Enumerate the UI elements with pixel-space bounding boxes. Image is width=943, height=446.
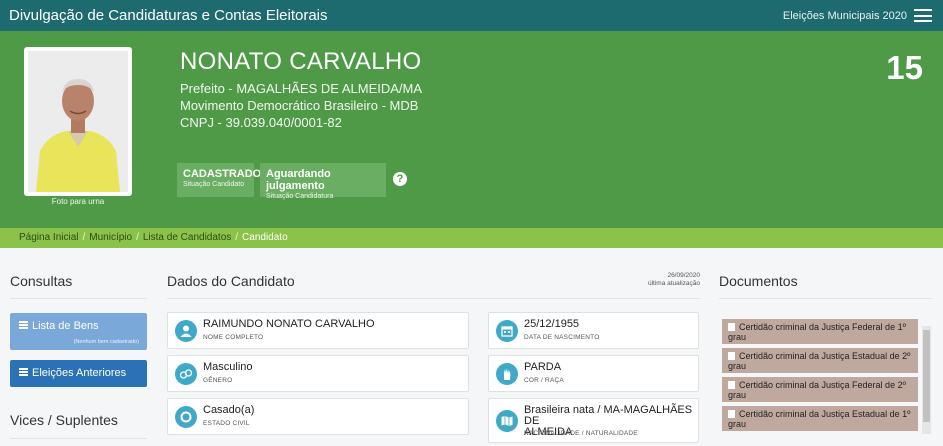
update-date: 26/09/2020 (667, 272, 700, 279)
field-value: PARDA (524, 361, 562, 373)
field-label: GÊNERO (203, 377, 233, 384)
divider (10, 438, 147, 439)
status-label: Situação Candidatura (266, 193, 334, 200)
election-label: Eleições Municipais 2020 (782, 10, 907, 22)
file-icon (728, 381, 735, 389)
field-label: COR / RAÇA (524, 377, 564, 384)
documentos-title: Documentos (719, 273, 798, 289)
candidate-header: Foto para urna NONATO CARVALHO Prefeito … (0, 31, 943, 228)
field-label: NACIONALIDADE / NATURALIDADE (524, 430, 638, 437)
divider (719, 298, 932, 299)
user-icon (175, 319, 197, 342)
field-cor-raca: PARDA COR / RAÇA (488, 355, 699, 392)
breadcrumb-home[interactable]: Página Inicial (19, 232, 78, 243)
calendar-icon (496, 319, 518, 342)
field-value: RAIMUNDO NONATO CARVALHO (203, 318, 375, 330)
eleicoes-anteriores-button[interactable]: Eleições Anteriores (10, 360, 147, 387)
breadcrumb-municipio[interactable]: Município (89, 232, 132, 243)
menu-icon[interactable] (914, 9, 932, 22)
field-label: ESTADO CIVIL (203, 420, 250, 427)
file-icon (728, 352, 735, 360)
candidacy-status-badge: Aguardando julgamento Situação Candidatu… (260, 163, 386, 200)
breadcrumb-lista-candidatos[interactable]: Lista de Candidatos (143, 232, 231, 243)
map-icon (496, 409, 518, 432)
divider (167, 298, 700, 299)
field-value: Casado(a) (203, 404, 255, 416)
candidate-party: Movimento Democrático Brasileiro - MDB (180, 98, 419, 113)
field-label: NOME COMPLETO (203, 334, 264, 341)
documents-scrollbar-thumb[interactable] (923, 330, 930, 422)
candidate-office: Prefeito - MAGALHÃES DE ALMEIDA/MA (180, 81, 423, 96)
candidate-number: 15 (886, 49, 923, 86)
button-label: Eleições Anteriores (32, 367, 127, 379)
documents-list: Certidão criminal da Justiça Federal de … (718, 312, 932, 436)
candidate-status-badge: CADASTRADO Situação Candidato (177, 163, 262, 197)
photo-caption: Foto para urna (51, 197, 105, 206)
field-nome-completo: RAIMUNDO NONATO CARVALHO NOME COMPLETO (167, 312, 469, 349)
breadcrumb: Página Inicial / Município / Lista de Candid… (0, 228, 943, 248)
button-label: Lista de Bens (32, 320, 99, 332)
field-estado-civil: Casado(a) ESTADO CIVIL (167, 398, 469, 435)
field-value: Masculino (203, 361, 253, 373)
gender-icon (175, 362, 197, 385)
document-item[interactable]: Certidão criminal da Justiça Federal de … (722, 319, 918, 344)
dados-candidato-title: Dados do Candidato (167, 273, 295, 289)
site-title[interactable]: Divulgação de Candidaturas e Contas Elei… (9, 7, 328, 24)
status-value: Aguardando julgamento (266, 168, 331, 192)
field-nacionalidade: Brasileira nata / MA-MAGALHÃES DE ALMEID… (488, 398, 699, 443)
list-icon (19, 368, 28, 376)
field-data-nascimento: 25/12/1955 DATA DE NASCIMENTO (488, 312, 699, 349)
lista-bens-button[interactable]: Lista de Bens (Nenhum bem cadastrado) (10, 313, 147, 350)
top-bar: Divulgação de Candidaturas e Contas Elei… (0, 0, 943, 31)
file-icon (728, 410, 735, 418)
breadcrumb-current: Candidato (242, 232, 288, 243)
file-icon (728, 323, 735, 331)
field-value: 25/12/1955 (524, 318, 580, 330)
candidate-cnpj: CNPJ - 39.039.040/0001-82 (180, 115, 342, 130)
candidate-name: NONATO CARVALHO (180, 48, 422, 75)
help-icon[interactable]: ? (393, 172, 407, 186)
divider (10, 298, 147, 299)
last-update: 26/09/2020 última atualização (648, 272, 700, 288)
ring-icon (175, 405, 197, 428)
document-item[interactable]: Certidão criminal da Justiça Estadual de… (722, 348, 918, 373)
document-item[interactable]: Certidão criminal da Justiça Federal de … (722, 377, 918, 402)
candidate-photo (28, 51, 128, 192)
vices-suplentes-title: Vices / Suplentes (10, 412, 118, 428)
hand-icon (496, 362, 518, 385)
document-item[interactable]: Certidão criminal da Justiça Estadual de… (722, 406, 918, 431)
status-label: Situação Candidato (183, 181, 245, 188)
consultas-title: Consultas (10, 273, 73, 289)
candidate-photo-frame (24, 47, 132, 196)
bens-note: (Nenhum bem cadastrado) (73, 339, 139, 345)
update-label: última atualização (647, 280, 700, 287)
field-genero: Masculino GÊNERO (167, 355, 469, 392)
list-icon (19, 321, 28, 329)
field-label: DATA DE NASCIMENTO (524, 334, 600, 341)
status-value: CADASTRADO (183, 168, 262, 180)
